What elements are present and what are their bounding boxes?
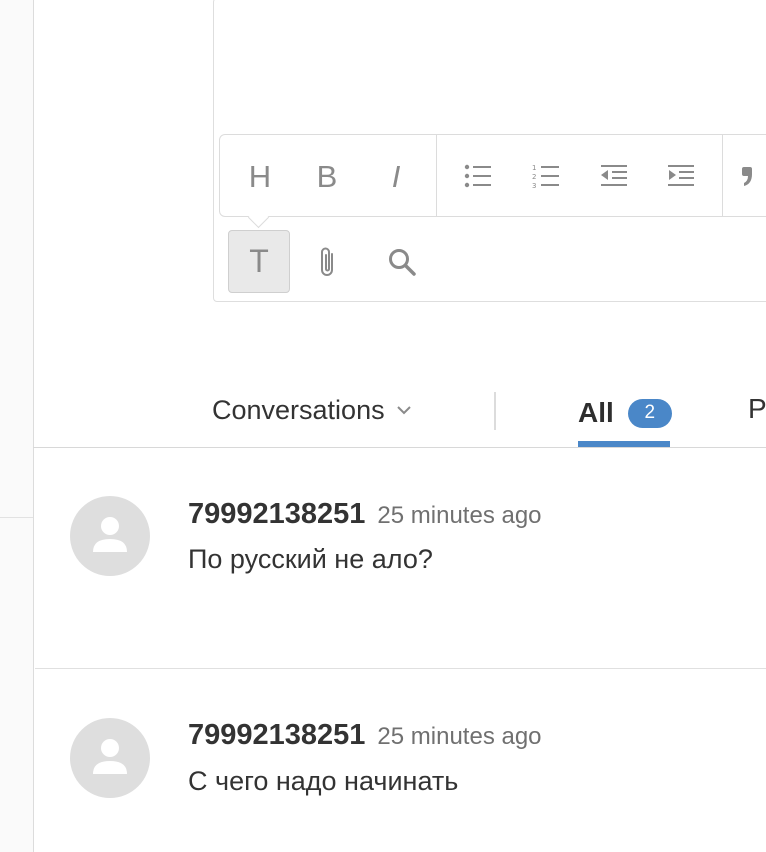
indent-button[interactable] [658,150,704,202]
chevron-down-icon [396,405,411,414]
user-icon [93,739,127,774]
message-author: 79992138251 25 minutes ago [188,498,542,531]
toolbar-separator [436,135,437,216]
svg-text:1: 1 [532,164,536,172]
outdent-icon [601,165,627,186]
paperclip-icon [321,247,333,276]
active-tab-indicator [578,441,670,447]
conversations-dropdown-label: Conversations [212,394,385,425]
outdent-button[interactable] [591,150,637,202]
bold-icon: B [316,158,338,194]
user-icon [93,517,127,552]
bold-button[interactable]: B [304,150,350,202]
bullet-list-button[interactable] [455,150,501,202]
avatar[interactable] [70,496,150,576]
author-name[interactable]: 79992138251 [188,498,365,531]
tab-all-label: All [578,397,614,428]
message-text: С чего надо начинать [188,766,459,796]
svg-text:2: 2 [532,173,536,181]
tab-all[interactable]: All 2 [578,393,672,433]
avatar[interactable] [70,718,150,798]
text-format-toggle-button[interactable]: T [228,230,290,293]
left-sidebar-divider [0,517,33,518]
list-item: 79992138251 25 minutes ago С чего надо н… [33,669,766,852]
toolbar-separator [722,135,723,216]
quote-button[interactable] [738,150,766,202]
numbered-list-icon: 1 2 3 [532,164,559,189]
search-button[interactable] [371,230,433,293]
message-author: 79992138251 25 minutes ago [188,719,542,752]
heading-button[interactable]: H [237,150,283,202]
italic-button[interactable]: I [373,150,419,202]
attach-button[interactable] [297,230,359,293]
indent-icon [668,165,694,186]
tabs-separator [494,392,496,430]
left-sidebar [0,0,34,852]
author-name[interactable]: 79992138251 [188,719,365,752]
search-icon [389,248,416,276]
quote-icon [742,167,752,186]
heading-icon: H [248,158,272,194]
italic-icon: I [391,158,401,194]
svg-text:3: 3 [532,182,536,189]
message-timestamp[interactable]: 25 minutes ago [377,723,541,751]
message-timestamp[interactable]: 25 minutes ago [377,502,541,530]
bullet-list-icon [464,164,491,188]
text-icon: T [249,243,269,279]
message-text: По русский не ало? [188,544,433,574]
count-badge: 2 [627,398,672,428]
conversations-dropdown[interactable]: Conversations [212,392,411,428]
numbered-list-button[interactable]: 1 2 3 [523,150,569,202]
tab-next-partial[interactable]: P [748,393,766,425]
list-item: 79992138251 25 minutes ago По русский не… [33,448,766,668]
